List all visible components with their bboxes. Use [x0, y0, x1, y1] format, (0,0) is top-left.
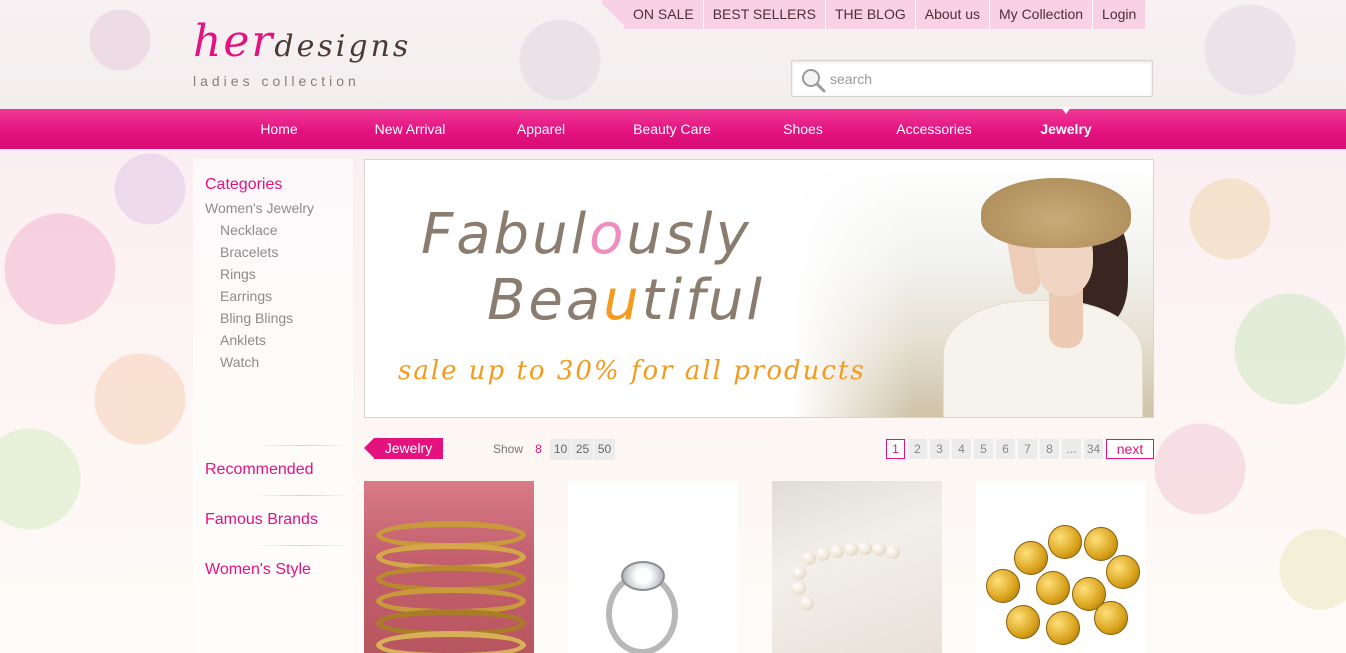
page-2[interactable]: 2 — [908, 439, 927, 459]
search-box — [791, 60, 1153, 97]
page-ellipsis: ... — [1062, 439, 1081, 459]
pearl — [792, 566, 806, 580]
banner-sale-text: sale up to 30% for all products — [398, 356, 866, 386]
sidebar-link-womens-style[interactable]: Women's Style — [205, 561, 311, 579]
gold-coin — [1046, 611, 1080, 645]
nav-jewelry[interactable]: Jewelry — [1040, 109, 1091, 149]
gold-coin — [1014, 541, 1048, 575]
topnav-my-collection[interactable]: My Collection — [990, 0, 1094, 29]
gold-coin — [1006, 605, 1040, 639]
banner-text: usly — [626, 202, 752, 267]
pearl — [792, 581, 806, 595]
nav-new-arrival[interactable]: New Arrival — [375, 109, 446, 149]
category-anklets[interactable]: Anklets — [220, 329, 293, 351]
category-earrings[interactable]: Earrings — [220, 285, 293, 307]
main-navigation: Home New Arrival Apparel Beauty Care Sho… — [0, 107, 1346, 149]
logo-her: her — [193, 16, 275, 67]
pearl — [858, 541, 872, 555]
straw-hat — [981, 178, 1131, 248]
banner-text: Fabul — [421, 202, 590, 267]
topnav-corner — [602, 0, 624, 29]
ring-stone — [621, 561, 665, 591]
show-option-50[interactable]: 50 — [594, 439, 615, 460]
next-page-button[interactable]: next — [1106, 439, 1154, 459]
gold-coin — [1084, 527, 1118, 561]
nav-shoes[interactable]: Shoes — [783, 109, 823, 149]
category-bling-blings[interactable]: Bling Blings — [220, 307, 293, 329]
pearl — [800, 596, 814, 610]
page-7[interactable]: 7 — [1018, 439, 1037, 459]
show-option-25[interactable]: 25 — [572, 439, 593, 460]
gold-coin — [1048, 525, 1082, 559]
page-3[interactable]: 3 — [930, 439, 949, 459]
category-necklace[interactable]: Necklace — [220, 219, 293, 241]
page-5[interactable]: 5 — [974, 439, 993, 459]
promo-banner[interactable]: Fabulously Beautiful sale up to 30% for … — [364, 159, 1154, 418]
banner-text: Bea — [487, 268, 604, 333]
category-bracelets[interactable]: Bracelets — [220, 241, 293, 263]
page-1[interactable]: 1 — [886, 439, 905, 459]
sidebar-divider — [253, 495, 353, 496]
category-rings[interactable]: Rings — [220, 263, 293, 285]
banner-headline-line2: Beautiful — [487, 268, 765, 333]
tag-arrow — [364, 438, 374, 458]
sidebar-divider — [253, 445, 353, 446]
model-neck — [1049, 288, 1083, 348]
nav-apparel[interactable]: Apparel — [517, 109, 565, 149]
show-label: Show — [493, 442, 524, 456]
nav-accessories[interactable]: Accessories — [896, 109, 971, 149]
gold-coin — [986, 569, 1020, 603]
page-4[interactable]: 4 — [952, 439, 971, 459]
pearl — [802, 551, 816, 565]
product-pearl-bracelet[interactable] — [772, 481, 942, 653]
gold-coin — [1094, 601, 1128, 635]
bangle — [376, 631, 526, 653]
tag-label: Jewelry — [374, 438, 443, 459]
product-diamond-ring[interactable] — [568, 481, 738, 653]
nav-home[interactable]: Home — [260, 109, 297, 149]
search-input[interactable] — [830, 65, 1140, 93]
topnav-login[interactable]: Login — [1093, 0, 1146, 29]
model-shirt — [943, 300, 1143, 417]
logo-wordmark: herdesigns — [193, 12, 453, 77]
site-logo[interactable]: herdesigns ladies collection — [193, 12, 453, 97]
gold-coin — [1106, 555, 1140, 589]
pearl — [844, 542, 858, 556]
banner-text: tiful — [641, 268, 765, 333]
gold-coin — [1036, 571, 1070, 605]
page-6[interactable]: 6 — [996, 439, 1015, 459]
logo-designs: designs — [274, 29, 412, 64]
product-gold-coin-bracelet[interactable] — [976, 481, 1146, 653]
page-34[interactable]: 34 — [1084, 439, 1103, 459]
pearl — [872, 542, 886, 556]
product-gold-bangles[interactable] — [364, 481, 534, 653]
sidebar-link-recommended[interactable]: Recommended — [205, 461, 314, 479]
sidebar: Categories Women's Jewelry Necklace Brac… — [193, 159, 353, 653]
pearl — [816, 547, 830, 561]
pearl — [830, 544, 844, 558]
category-list: Necklace Bracelets Rings Earrings Bling … — [220, 219, 293, 373]
category-watch[interactable]: Watch — [220, 351, 293, 373]
topnav-best-sellers[interactable]: BEST SELLERS — [703, 0, 826, 29]
category-tag: Jewelry — [364, 438, 443, 459]
categories-title: Categories — [205, 176, 283, 193]
pearl — [886, 545, 900, 559]
search-icon[interactable] — [800, 67, 826, 93]
show-option-10[interactable]: 10 — [550, 439, 571, 460]
sidebar-divider — [253, 545, 353, 546]
topnav-the-blog[interactable]: THE BLOG — [825, 0, 916, 29]
page-8[interactable]: 8 — [1040, 439, 1059, 459]
topnav-on-sale[interactable]: ON SALE — [624, 0, 704, 29]
top-navigation: ON SALE BEST SELLERS THE BLOG About us M… — [602, 0, 1146, 29]
topnav-about-us[interactable]: About us — [915, 0, 991, 29]
show-option-8[interactable]: 8 — [528, 439, 549, 460]
category-group-womens-jewelry[interactable]: Women's Jewelry — [205, 200, 314, 216]
sidebar-link-famous-brands[interactable]: Famous Brands — [205, 511, 318, 529]
logo-tagline: ladies collection — [193, 73, 360, 89]
banner-headline-line1: Fabulously — [421, 202, 752, 267]
banner-highlight: o — [589, 202, 627, 267]
nav-beauty-care[interactable]: Beauty Care — [633, 109, 711, 149]
banner-highlight: u — [603, 268, 642, 333]
